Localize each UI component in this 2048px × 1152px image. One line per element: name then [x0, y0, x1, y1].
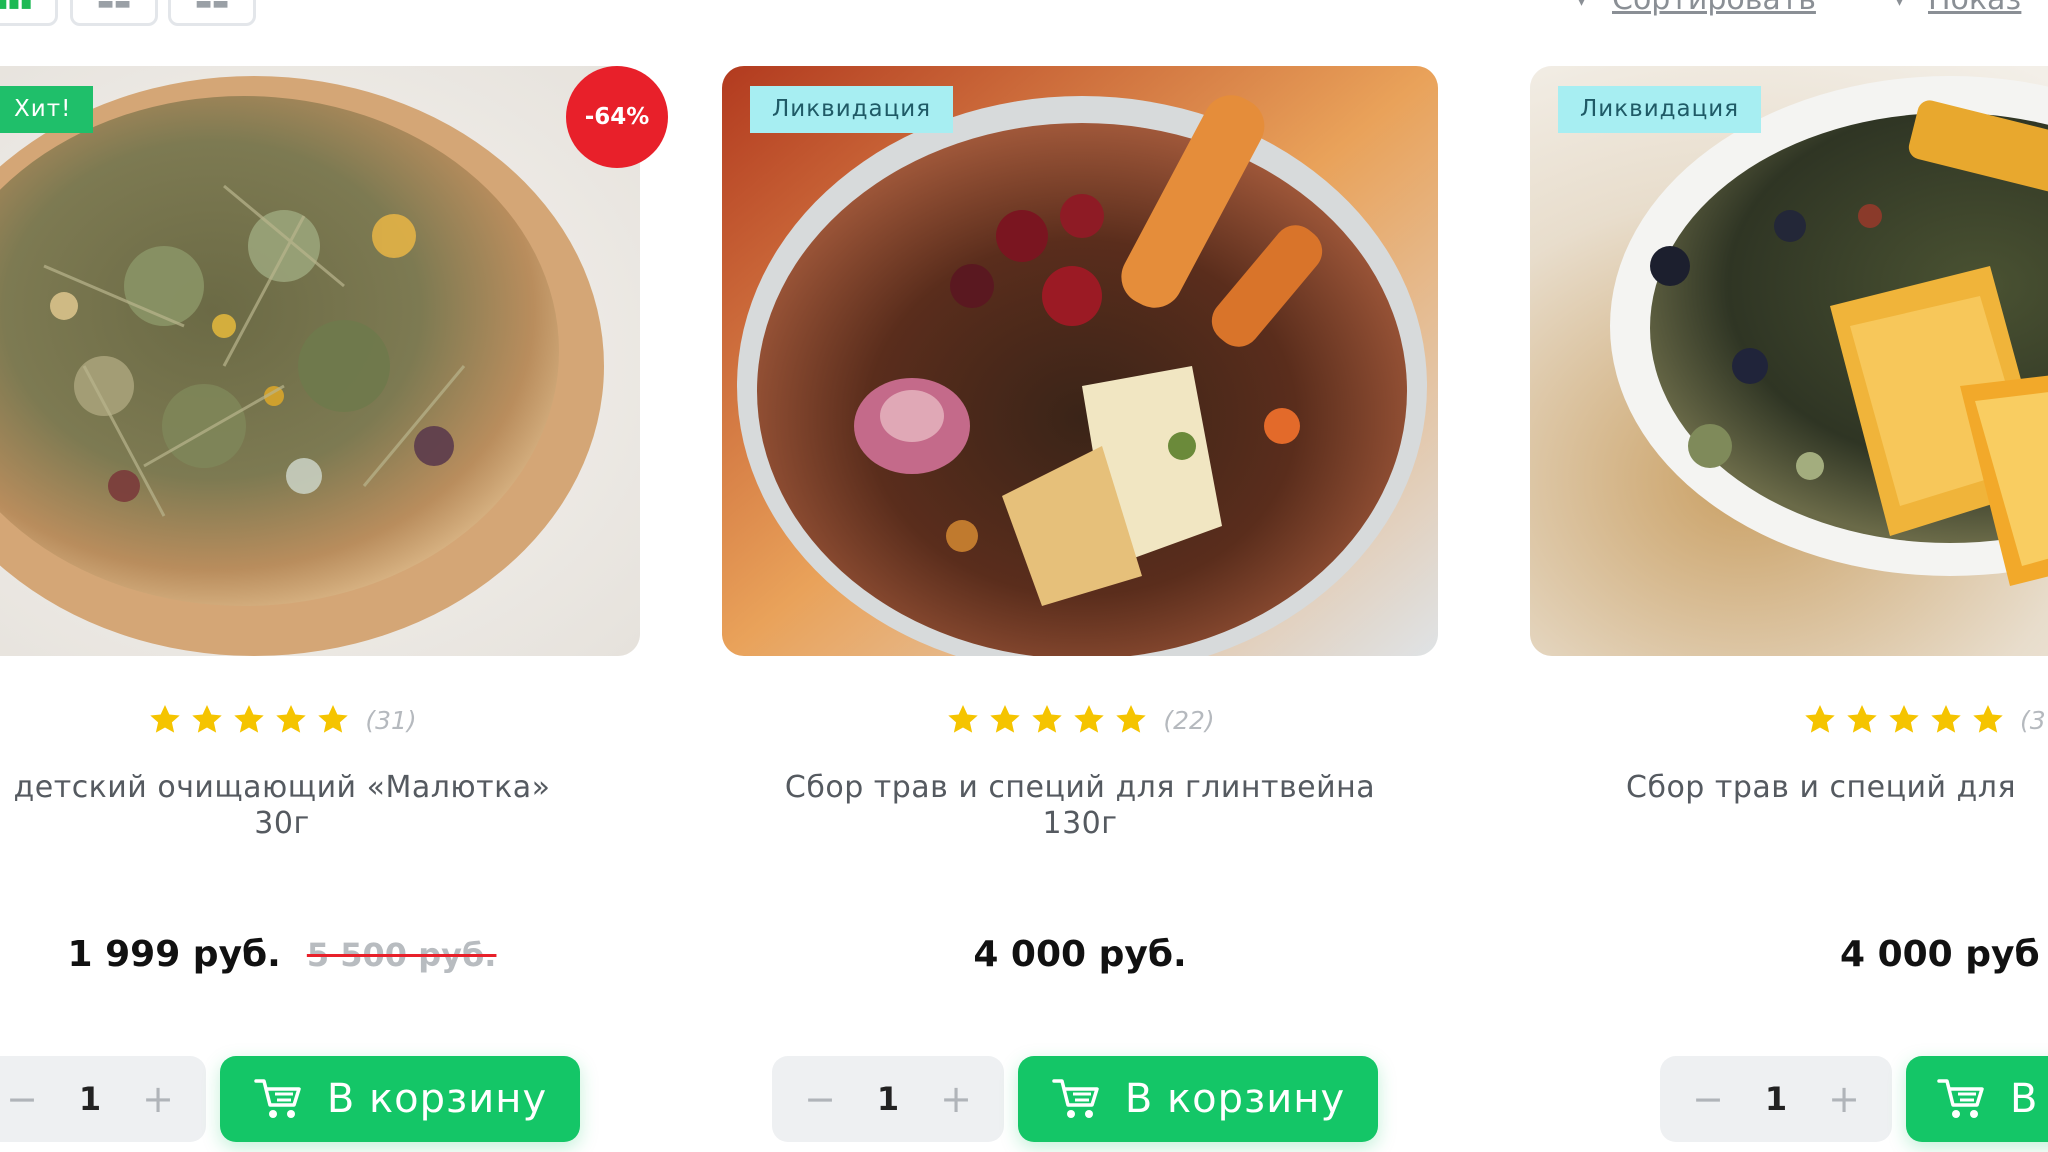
product-title-line1: Сбор трав и специй для: [1626, 770, 2017, 805]
current-price: 1 999 руб.: [67, 934, 281, 975]
rating: (3: [1802, 702, 2048, 738]
list-view-icon: ▬▬: [96, 0, 132, 14]
star-icon: [990, 705, 1021, 733]
quantity-value[interactable]: 1: [1765, 1080, 1787, 1118]
product-title-line1: Сбор трав и специй для глинтвейна: [784, 770, 1376, 805]
cart-icon: [254, 1079, 301, 1118]
compact-view-icon: ▬▬: [194, 0, 230, 14]
product-title-line1: детский очищающий «Малютка»: [13, 770, 551, 805]
current-price: 4 000 руб: [1840, 934, 2040, 975]
liquidation-badge: Ликвидация: [750, 86, 954, 133]
view-compact-button[interactable]: ▬▬: [168, 0, 256, 26]
decrease-button[interactable]: −: [1680, 1071, 1736, 1127]
mulled-wine-glass-image: [722, 66, 1438, 656]
product-grid-page: ▪▪▪ ▬▬ ▬▬ ▾ Сортировать ▾ Показ: [0, 0, 2048, 1152]
old-price: 5 500 руб.: [306, 936, 497, 974]
quantity-stepper: − 1 +: [772, 1056, 1004, 1142]
liquidation-badge: Ликвидация: [1558, 86, 1762, 133]
herbal-tea-bowl-image: [0, 66, 640, 656]
star-icon: [1116, 705, 1147, 733]
star-icon: [1074, 705, 1105, 733]
star-icon: [1889, 705, 1919, 733]
grid-view-icon: ▪▪▪: [0, 0, 33, 14]
star-icon: [1931, 705, 1961, 733]
quantity-stepper: − 1 +: [1660, 1056, 1892, 1142]
review-count[interactable]: (22): [1163, 706, 1214, 735]
show-chevron-icon: ▾: [1896, 0, 1904, 10]
star-icon: [1032, 705, 1063, 733]
product-image[interactable]: Ликвидация: [722, 66, 1438, 656]
view-grid-button[interactable]: ▪▪▪: [0, 0, 58, 26]
star-icon: [948, 705, 979, 733]
review-count[interactable]: (31): [365, 706, 416, 735]
decrease-button[interactable]: −: [792, 1071, 848, 1127]
cart-icon: [1937, 1079, 1984, 1118]
star-icon: [150, 705, 181, 733]
view-list-button[interactable]: ▬▬: [70, 0, 158, 26]
decrease-button[interactable]: −: [0, 1071, 50, 1127]
product-card: Ликвидация (3 Сбор трав и специй для 4 0…: [1530, 66, 2048, 1142]
product-image[interactable]: Ликвидация: [1530, 66, 2048, 656]
current-price: 4 000 руб.: [973, 934, 1187, 975]
product-title[interactable]: Сбор трав и специй для: [1626, 770, 2048, 806]
sort-chevron-icon: ▾: [1578, 0, 1586, 10]
add-to-cart-button[interactable]: В корзину: [1018, 1056, 1378, 1142]
add-to-cart-label: В: [2010, 1076, 2039, 1122]
star-icon: [192, 705, 223, 733]
show-count-link[interactable]: Показ: [1928, 0, 2021, 17]
rating: (31): [0, 702, 640, 738]
add-to-cart-label: В корзину: [326, 1076, 548, 1122]
product-title[interactable]: Сбор трав и специй для глинтвейна 130г: [722, 770, 1438, 842]
product-card: Ликвидация (22) Сбор трав и специй для г…: [722, 66, 1438, 1142]
review-count[interactable]: (3: [2020, 706, 2046, 735]
hit-badge: Хит!: [0, 86, 94, 133]
add-to-cart-button[interactable]: В: [1906, 1056, 2048, 1142]
product-card: Хит! -64% (31) детский очищающий «Малютк…: [0, 66, 668, 1142]
product-image[interactable]: Хит!: [0, 66, 640, 656]
cart-icon: [1052, 1079, 1099, 1118]
herbal-tea-orange-bowl-image: [1530, 66, 2048, 656]
price-row: 4 000 руб: [1840, 934, 2048, 975]
add-to-cart-button[interactable]: В корзину: [220, 1056, 580, 1142]
star-icon: [1973, 705, 2003, 733]
sort-link[interactable]: Сортировать: [1612, 0, 1816, 17]
quantity-value[interactable]: 1: [877, 1080, 899, 1118]
increase-button[interactable]: +: [928, 1071, 984, 1127]
quantity-value[interactable]: 1: [79, 1080, 101, 1118]
star-icon: [1847, 705, 1877, 733]
increase-button[interactable]: +: [130, 1071, 186, 1127]
star-icon: [276, 705, 307, 733]
increase-button[interactable]: +: [1816, 1071, 1872, 1127]
quantity-stepper: − 1 +: [0, 1056, 206, 1142]
star-icon: [1805, 705, 1835, 733]
rating: (22): [722, 702, 1438, 738]
product-title-line2: 30г: [254, 806, 310, 841]
price-row: 1 999 руб. 5 500 руб.: [0, 934, 640, 975]
product-title-line2: 130г: [1042, 806, 1118, 841]
price-row: 4 000 руб.: [722, 934, 1438, 975]
star-icon: [234, 705, 265, 733]
add-to-cart-label: В корзину: [1124, 1076, 1346, 1122]
discount-badge: -64%: [566, 66, 668, 168]
star-icon: [318, 705, 349, 733]
product-title[interactable]: детский очищающий «Малютка» 30г: [0, 770, 640, 842]
